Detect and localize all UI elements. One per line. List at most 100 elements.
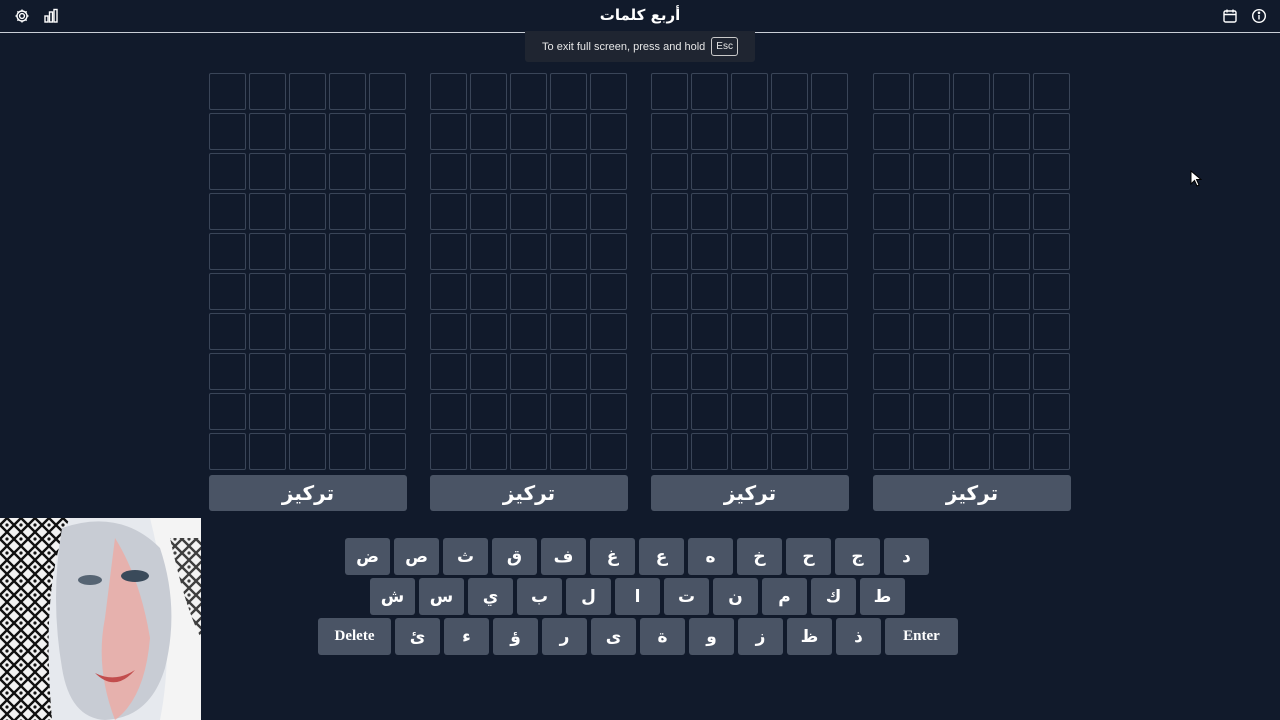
letter-key[interactable]: م bbox=[762, 578, 807, 615]
focus-button-2[interactable]: تركيز bbox=[430, 475, 628, 511]
letter-key[interactable]: ؤ bbox=[493, 618, 538, 655]
letter-cell bbox=[691, 113, 728, 150]
letter-cell bbox=[369, 233, 406, 270]
letter-key[interactable]: خ bbox=[737, 538, 782, 575]
letter-cell bbox=[510, 233, 547, 270]
letter-cell bbox=[731, 153, 768, 190]
letter-cell bbox=[470, 73, 507, 110]
letter-cell bbox=[811, 153, 848, 190]
board-4 bbox=[873, 73, 1071, 470]
letter-key[interactable]: ف bbox=[541, 538, 586, 575]
letter-key[interactable]: د bbox=[884, 538, 929, 575]
letter-key[interactable]: ة bbox=[640, 618, 685, 655]
letter-key[interactable]: ه bbox=[688, 538, 733, 575]
letter-cell bbox=[691, 273, 728, 310]
letter-cell bbox=[510, 113, 547, 150]
letter-cell bbox=[873, 353, 910, 390]
letter-cell bbox=[651, 353, 688, 390]
letter-key[interactable]: ش bbox=[370, 578, 415, 615]
letter-cell bbox=[993, 233, 1030, 270]
letter-cell bbox=[249, 353, 286, 390]
letter-cell bbox=[993, 273, 1030, 310]
letter-key[interactable]: ض bbox=[345, 538, 390, 575]
letter-cell bbox=[430, 433, 467, 470]
letter-cell bbox=[993, 353, 1030, 390]
letter-cell bbox=[329, 433, 366, 470]
keyboard-row-1: ضصثقفغعهخحجد bbox=[345, 538, 929, 575]
letter-cell bbox=[510, 393, 547, 430]
letter-cell bbox=[329, 153, 366, 190]
letter-key[interactable]: ظ bbox=[787, 618, 832, 655]
letter-key[interactable]: ج bbox=[835, 538, 880, 575]
letter-cell bbox=[510, 153, 547, 190]
letter-cell bbox=[651, 113, 688, 150]
letter-cell bbox=[771, 273, 808, 310]
letter-key[interactable]: ء bbox=[444, 618, 489, 655]
focus-button-3[interactable]: تركيز bbox=[651, 475, 849, 511]
letter-key[interactable]: ت bbox=[664, 578, 709, 615]
letter-key[interactable]: ئ bbox=[395, 618, 440, 655]
letter-key[interactable]: ن bbox=[713, 578, 758, 615]
letter-cell bbox=[771, 153, 808, 190]
letter-cell bbox=[651, 73, 688, 110]
letter-cell bbox=[289, 113, 326, 150]
letter-key[interactable]: ص bbox=[394, 538, 439, 575]
keyboard-row-2: شسيبلاتنمكط bbox=[370, 578, 905, 615]
letter-cell bbox=[811, 113, 848, 150]
letter-cell bbox=[1033, 193, 1070, 230]
letter-key[interactable]: ع bbox=[639, 538, 684, 575]
calendar-icon[interactable] bbox=[1222, 8, 1238, 24]
delete-key[interactable]: Delete bbox=[318, 618, 391, 655]
letter-cell bbox=[430, 73, 467, 110]
enter-key[interactable]: Enter bbox=[885, 618, 958, 655]
letter-cell bbox=[873, 273, 910, 310]
letter-key[interactable]: ث bbox=[443, 538, 488, 575]
letter-cell bbox=[811, 233, 848, 270]
letter-cell bbox=[550, 273, 587, 310]
letter-cell bbox=[590, 433, 627, 470]
letter-cell bbox=[913, 313, 950, 350]
letter-key[interactable]: ق bbox=[492, 538, 537, 575]
focus-button-1[interactable]: تركيز bbox=[209, 475, 407, 511]
letter-key[interactable]: ر bbox=[542, 618, 587, 655]
letter-cell bbox=[993, 393, 1030, 430]
letter-cell bbox=[209, 113, 246, 150]
letter-cell bbox=[811, 273, 848, 310]
letter-key[interactable]: ي bbox=[468, 578, 513, 615]
focus-button-4[interactable]: تركيز bbox=[873, 475, 1071, 511]
letter-cell bbox=[771, 73, 808, 110]
letter-cell bbox=[913, 73, 950, 110]
letter-cell bbox=[289, 393, 326, 430]
letter-key[interactable]: ط bbox=[860, 578, 905, 615]
board-2 bbox=[430, 73, 628, 470]
info-icon[interactable] bbox=[1251, 8, 1267, 24]
letter-cell bbox=[731, 193, 768, 230]
letter-cell bbox=[329, 233, 366, 270]
letter-key[interactable]: ح bbox=[786, 538, 831, 575]
letter-cell bbox=[329, 313, 366, 350]
letter-key[interactable]: س bbox=[419, 578, 464, 615]
letter-cell bbox=[470, 193, 507, 230]
letter-cell bbox=[590, 313, 627, 350]
letter-cell bbox=[873, 393, 910, 430]
letter-cell bbox=[369, 73, 406, 110]
letter-key[interactable]: ك bbox=[811, 578, 856, 615]
letter-key[interactable]: ل bbox=[566, 578, 611, 615]
letter-key[interactable]: ا bbox=[615, 578, 660, 615]
letter-cell bbox=[209, 273, 246, 310]
letter-cell bbox=[550, 313, 587, 350]
letter-key[interactable]: ز bbox=[738, 618, 783, 655]
webcam-overlay-image bbox=[0, 518, 201, 720]
letter-cell bbox=[430, 313, 467, 350]
letter-key[interactable]: ى bbox=[591, 618, 636, 655]
letter-key[interactable]: و bbox=[689, 618, 734, 655]
letter-cell bbox=[249, 73, 286, 110]
letter-cell bbox=[811, 393, 848, 430]
letter-cell bbox=[430, 273, 467, 310]
letter-cell bbox=[550, 353, 587, 390]
letter-key[interactable]: ب bbox=[517, 578, 562, 615]
letter-key[interactable]: غ bbox=[590, 538, 635, 575]
letter-cell bbox=[590, 193, 627, 230]
letter-cell bbox=[209, 233, 246, 270]
letter-key[interactable]: ذ bbox=[836, 618, 881, 655]
